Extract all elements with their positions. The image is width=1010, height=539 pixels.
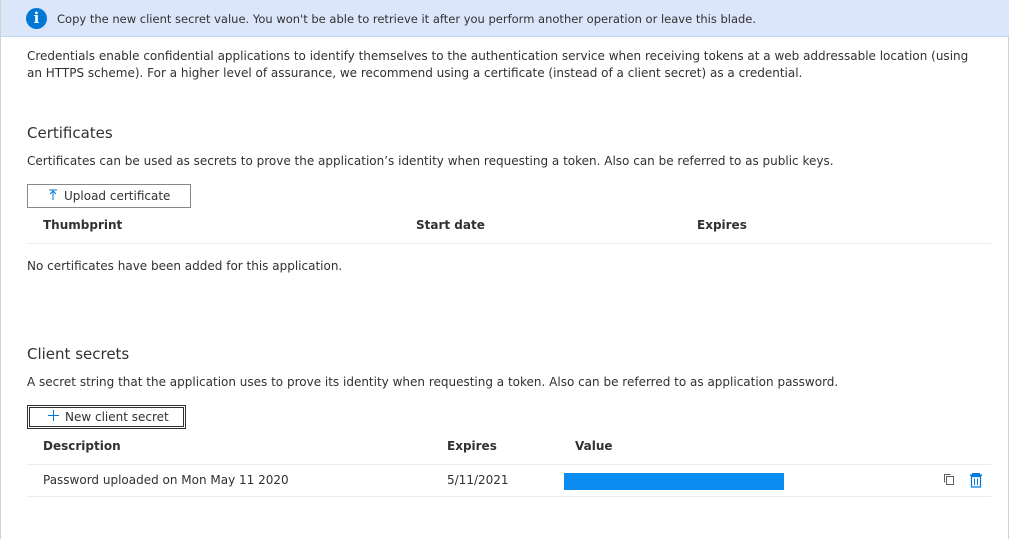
certificates-col-thumbprint: Thumbprint <box>43 218 123 232</box>
info-banner-message: Copy the new client secret value. You wo… <box>57 12 757 26</box>
new-client-secret-label: New client secret <box>65 410 169 424</box>
copy-icon[interactable] <box>942 472 958 490</box>
secrets-header-divider <box>27 464 991 465</box>
client-secrets-title: Client secrets <box>27 345 130 363</box>
certificates-description: Certificates can be used as secrets to p… <box>27 154 834 168</box>
info-icon: i <box>26 8 47 29</box>
secret-expires: 5/11/2021 <box>447 473 509 487</box>
upload-certificate-button[interactable]: Upload certificate <box>27 184 191 208</box>
delete-icon[interactable] <box>969 472 985 490</box>
credentials-intro-text: Credentials enable confidential applicat… <box>27 49 969 80</box>
secrets-col-value: Value <box>575 439 613 453</box>
client-secrets-description: A secret string that the application use… <box>27 375 839 389</box>
secrets-row-divider <box>27 496 991 497</box>
certificates-title: Certificates <box>27 124 113 142</box>
certificates-header-divider <box>27 243 991 244</box>
secrets-col-expires: Expires <box>447 439 497 453</box>
upload-arrow-icon <box>48 189 58 204</box>
upload-certificate-label: Upload certificate <box>64 189 171 203</box>
info-banner: i Copy the new client secret value. You … <box>1 0 1009 37</box>
secrets-col-description: Description <box>43 439 121 453</box>
secret-description: Password uploaded on Mon May 11 2020 <box>43 473 289 487</box>
plus-icon <box>48 410 59 424</box>
new-client-secret-button[interactable]: New client secret <box>27 405 186 429</box>
certificates-empty-message: No certificates have been added for this… <box>27 259 343 273</box>
certificates-col-start-date: Start date <box>416 218 485 232</box>
secret-value-redacted <box>564 473 784 490</box>
certificates-col-expires: Expires <box>697 218 747 232</box>
credentials-page: i Copy the new client secret value. You … <box>0 0 1009 539</box>
